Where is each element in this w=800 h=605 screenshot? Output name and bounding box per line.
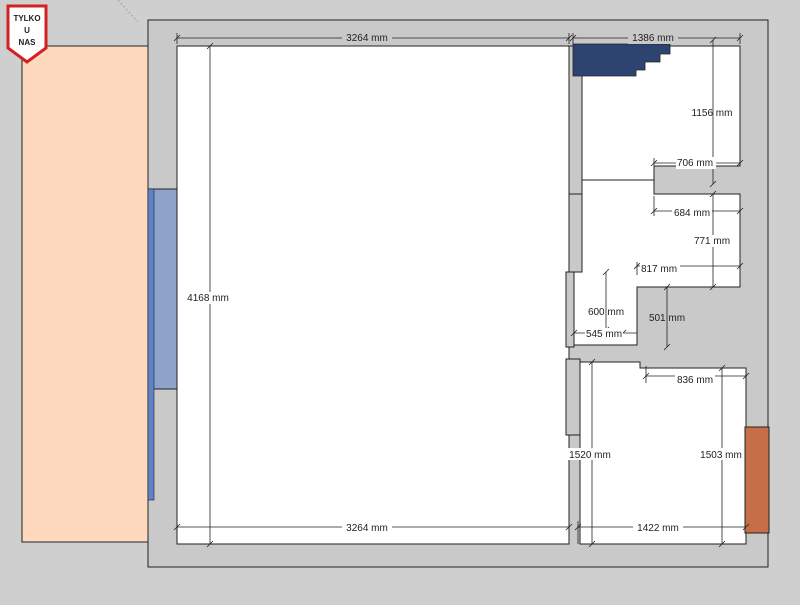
axis-guide-line [117,0,139,23]
tylko-u-nas-logo: TYLKO U NAS [6,4,48,64]
dim-notch-width-label: 706 mm [677,158,713,169]
dim-small-room-width-label: 817 mm [641,264,677,275]
logo-line-2: U [24,26,30,35]
dim-small-room-height-label: 501 mm [649,313,685,324]
partition-wall-bathroom [565,358,581,436]
dim-closet-width-label: 545 mm [586,329,622,340]
main-room[interactable] [176,45,570,545]
logo-line-1: TYLKO [13,14,40,23]
dim-bathroom-right-height-label: 1503 mm [700,450,742,461]
dim-corridor-height-label: 771 mm [694,236,730,247]
floor-plan-viewport[interactable]: 3264 mm 1386 mm 1156 mm 706 mm 684 mm 77… [0,0,800,600]
dim-closet-height-label: 600 mm [588,307,624,318]
dim-right-upper-label: 1156 mm [692,108,733,119]
entrance-door[interactable] [744,426,770,534]
partition-wall-closet [565,271,575,348]
terrace-area[interactable] [21,45,153,543]
dim-top-right-label: 1386 mm [632,33,674,44]
dim-top-main-label: 3264 mm [346,33,388,44]
floor-plan-canvas[interactable]: 3264 mm 1386 mm 1156 mm 706 mm 684 mm 77… [0,0,800,600]
dim-bottom-main-label: 3264 mm [346,523,388,534]
dim-bathroom-left-height-label: 1520 mm [569,450,611,461]
dim-left-height-label: 4168 mm [187,293,229,304]
dim-bottom-right-label: 1422 mm [637,523,679,534]
window-frame-left[interactable] [147,188,155,501]
dim-bathroom-width-label: 836 mm [677,375,713,386]
dim-corridor-width-label: 684 mm [674,208,710,219]
logo-line-3: NAS [19,38,37,47]
